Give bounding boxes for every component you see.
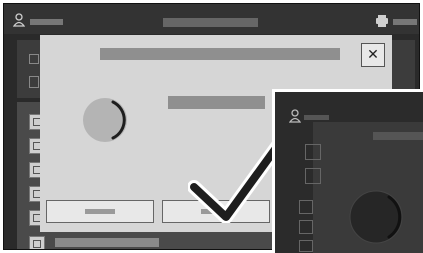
preview-dialog-title-placeholder	[373, 132, 423, 140]
top-bar-title-placeholder	[163, 18, 258, 27]
preview-sidebar-item	[299, 200, 313, 214]
preview-name-placeholder	[304, 115, 329, 120]
secondary-button-label-placeholder	[85, 209, 115, 214]
add-icon	[29, 54, 39, 64]
preview-thumbnail	[272, 89, 423, 253]
document-icon	[29, 76, 39, 88]
user-icon	[289, 109, 301, 123]
user-name-placeholder	[30, 19, 63, 25]
user-icon[interactable]	[13, 13, 25, 27]
preview-document-icon	[305, 168, 321, 184]
printer-status-placeholder	[393, 19, 417, 25]
close-button[interactable]: ✕	[361, 43, 385, 67]
home-icon	[33, 240, 41, 248]
preview-sidebar-item	[299, 220, 313, 234]
status-text-placeholder	[55, 238, 159, 247]
secondary-button[interactable]	[46, 200, 154, 223]
preview-screen	[275, 92, 423, 253]
dialog-message-placeholder	[168, 96, 265, 109]
close-icon: ✕	[367, 47, 379, 63]
loading-spinner-icon	[83, 98, 127, 142]
dialog-title-placeholder	[100, 48, 340, 60]
top-bar	[4, 4, 419, 34]
preview-dialog	[313, 122, 423, 253]
preview-sidebar-item	[299, 240, 313, 252]
printer-icon[interactable]	[375, 15, 389, 27]
loading-spinner-icon	[349, 190, 403, 244]
preview-add-icon	[305, 144, 321, 160]
sidebar-item-home[interactable]	[29, 236, 45, 249]
